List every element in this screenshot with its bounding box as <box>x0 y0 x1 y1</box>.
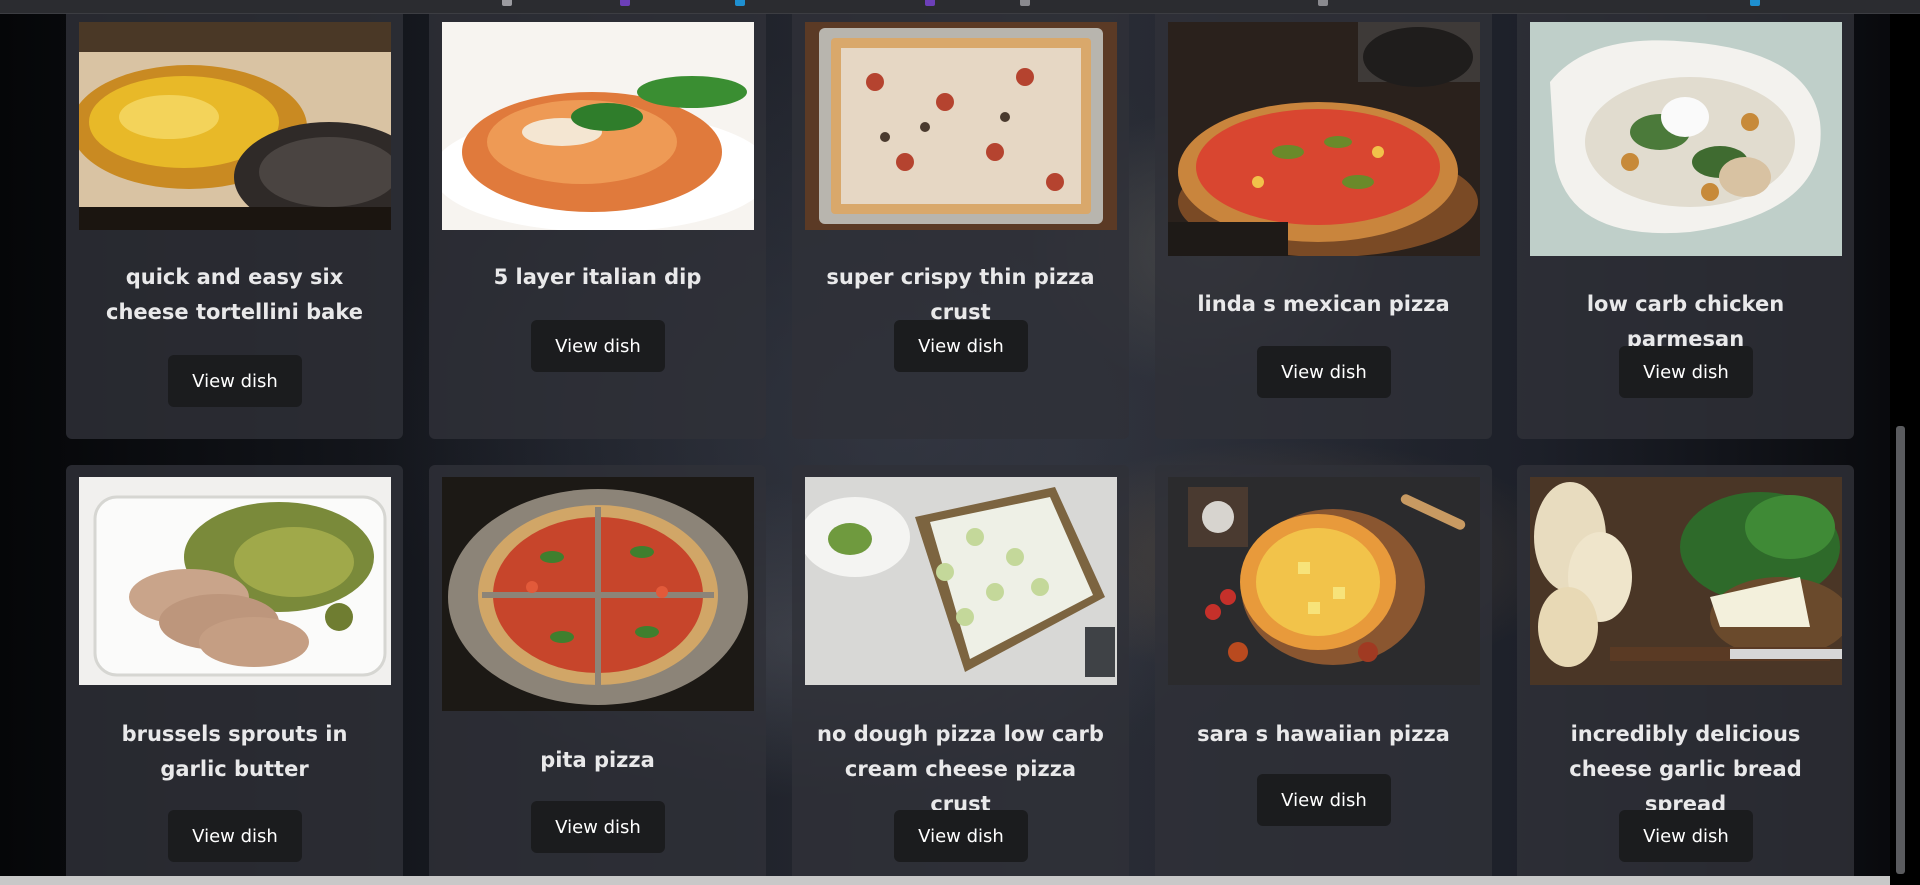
dish-title: incredibly delicious cheese garlic bread… <box>1569 722 1802 816</box>
browser-top-strip <box>0 0 1920 14</box>
view-dish-button[interactable]: View dish <box>168 810 302 862</box>
dish-title: no dough pizza low carb cream cheese piz… <box>817 722 1104 816</box>
dish-card: pita pizza View dish <box>429 465 766 885</box>
horizontal-scrollbar[interactable] <box>0 876 1890 885</box>
dish-grid: quick and easy six cheese tortellini bak… <box>0 0 1890 885</box>
dish-card: linda s mexican pizza View dish <box>1155 0 1492 439</box>
dish-card: 5 layer italian dip View dish <box>429 0 766 439</box>
view-dish-button[interactable]: View dish <box>168 355 302 407</box>
dish-card: incredibly delicious cheese garlic bread… <box>1517 465 1854 885</box>
dish-card: quick and easy six cheese tortellini bak… <box>66 0 403 439</box>
dish-title: 5 layer italian dip <box>493 265 702 289</box>
dish-photo-italian-dip <box>442 22 754 230</box>
dish-title: sara s hawaiian pizza <box>1197 722 1450 746</box>
dish-title: quick and easy six cheese tortellini bak… <box>106 265 363 324</box>
view-dish-button[interactable]: View dish <box>1619 810 1753 862</box>
dish-photo-hawaiian-pizza <box>1168 477 1480 685</box>
dish-title: linda s mexican pizza <box>1197 292 1450 316</box>
dish-photo-pita-pizza <box>442 477 754 711</box>
view-dish-button[interactable]: View dish <box>531 320 665 372</box>
vertical-scrollbar-track[interactable] <box>1890 14 1920 885</box>
dish-card: super crispy thin pizza crust View dish <box>792 0 1129 439</box>
dish-title: brussels sprouts in garlic butter <box>121 722 348 781</box>
dish-title: pita pizza <box>540 748 655 772</box>
view-dish-button[interactable]: View dish <box>1619 346 1753 398</box>
vertical-scrollbar-thumb[interactable] <box>1896 426 1905 874</box>
view-dish-button[interactable]: View dish <box>894 810 1028 862</box>
dish-photo-no-dough-pizza <box>805 477 1117 685</box>
dish-photo-mexican-pizza <box>1168 22 1480 256</box>
view-dish-button[interactable]: View dish <box>1257 346 1391 398</box>
dish-photo-chicken-parmesan <box>1530 22 1842 256</box>
dish-card: brussels sprouts in garlic butter View d… <box>66 465 403 885</box>
view-dish-button[interactable]: View dish <box>894 320 1028 372</box>
view-dish-button[interactable]: View dish <box>1257 774 1391 826</box>
dish-photo-tortellini-bake <box>79 22 391 230</box>
dish-card: no dough pizza low carb cream cheese piz… <box>792 465 1129 885</box>
dish-card: sara s hawaiian pizza View dish <box>1155 465 1492 885</box>
dish-photo-cheese-garlic-bread <box>1530 477 1842 685</box>
view-dish-button[interactable]: View dish <box>531 801 665 853</box>
dish-card: low carb chicken parmesan View dish <box>1517 0 1854 439</box>
dish-photo-brussels-sprouts <box>79 477 391 685</box>
dish-photo-thin-pizza-crust <box>805 22 1117 230</box>
